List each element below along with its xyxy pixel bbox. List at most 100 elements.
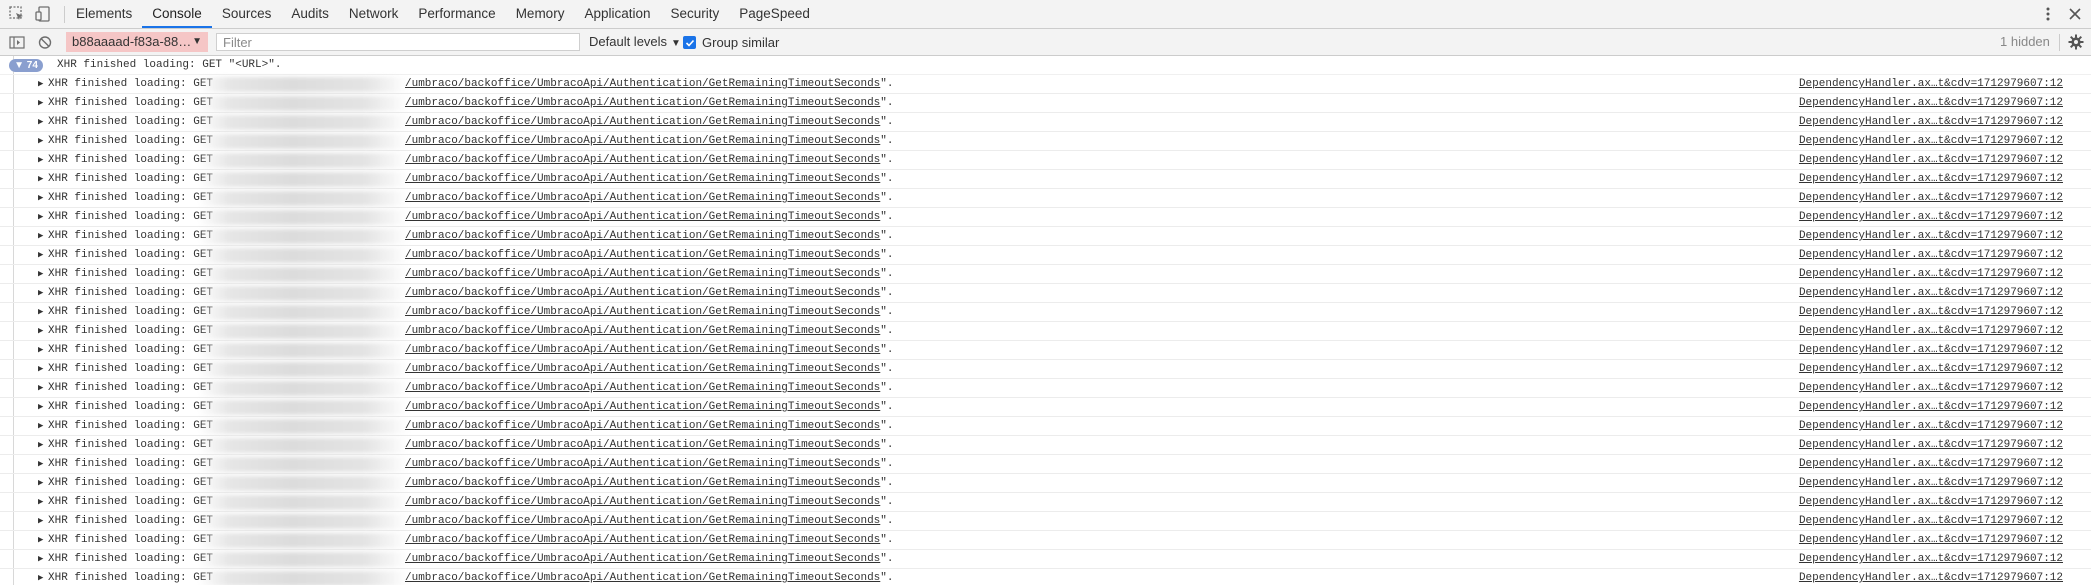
request-url-link[interactable]: /umbraco/backoffice/UmbracoApi/Authentic… bbox=[405, 116, 880, 128]
source-location-link[interactable]: DependencyHandler.ax…t&cdv=1712979607:12 bbox=[1799, 325, 2063, 337]
source-location-link[interactable]: DependencyHandler.ax…t&cdv=1712979607:12 bbox=[1799, 154, 2063, 166]
request-url-link[interactable]: /umbraco/backoffice/UmbracoApi/Authentic… bbox=[405, 154, 880, 166]
request-url-link[interactable]: /umbraco/backoffice/UmbracoApi/Authentic… bbox=[405, 534, 880, 546]
expand-triangle-icon[interactable]: ▶ bbox=[38, 383, 43, 393]
source-location-link[interactable]: DependencyHandler.ax…t&cdv=1712979607:12 bbox=[1799, 306, 2063, 318]
request-url-link[interactable]: /umbraco/backoffice/UmbracoApi/Authentic… bbox=[405, 515, 880, 527]
source-location-link[interactable]: DependencyHandler.ax…t&cdv=1712979607:12 bbox=[1799, 382, 2063, 394]
expand-triangle-icon[interactable]: ▶ bbox=[38, 155, 43, 165]
tab-pagespeed[interactable]: PageSpeed bbox=[729, 0, 820, 28]
console-message-row[interactable]: ▶ XHR finished loading: GET/umbraco/backo… bbox=[0, 322, 2091, 341]
request-url-link[interactable]: /umbraco/backoffice/UmbracoApi/Authentic… bbox=[405, 135, 880, 147]
console-message-row[interactable]: ▶ XHR finished loading: GET/umbraco/backo… bbox=[0, 265, 2091, 284]
expand-triangle-icon[interactable]: ▶ bbox=[38, 193, 43, 203]
expand-triangle-icon[interactable]: ▶ bbox=[38, 554, 43, 564]
source-location-link[interactable]: DependencyHandler.ax…t&cdv=1712979607:12 bbox=[1799, 534, 2063, 546]
expand-triangle-icon[interactable]: ▶ bbox=[38, 307, 43, 317]
more-options-icon[interactable] bbox=[2041, 5, 2055, 23]
source-location-link[interactable]: DependencyHandler.ax…t&cdv=1712979607:12 bbox=[1799, 477, 2063, 489]
source-location-link[interactable]: DependencyHandler.ax…t&cdv=1712979607:12 bbox=[1799, 116, 2063, 128]
group-similar-toggle[interactable]: Group similar bbox=[683, 34, 779, 51]
request-url-link[interactable]: /umbraco/backoffice/UmbracoApi/Authentic… bbox=[405, 401, 880, 413]
expand-triangle-icon[interactable]: ▶ bbox=[38, 497, 43, 507]
inspect-element-icon[interactable] bbox=[8, 5, 26, 23]
console-message-row[interactable]: ▶ XHR finished loading: GET/umbraco/backo… bbox=[0, 436, 2091, 455]
expand-triangle-icon[interactable]: ▶ bbox=[38, 136, 43, 146]
expand-triangle-icon[interactable]: ▶ bbox=[38, 459, 43, 469]
tab-console[interactable]: Console bbox=[142, 0, 212, 28]
request-url-link[interactable]: /umbraco/backoffice/UmbracoApi/Authentic… bbox=[405, 572, 880, 584]
source-location-link[interactable]: DependencyHandler.ax…t&cdv=1712979607:12 bbox=[1799, 268, 2063, 280]
expand-triangle-icon[interactable]: ▶ bbox=[38, 364, 43, 374]
request-url-link[interactable]: /umbraco/backoffice/UmbracoApi/Authentic… bbox=[405, 363, 880, 375]
expand-triangle-icon[interactable]: ▶ bbox=[38, 79, 43, 89]
expand-triangle-icon[interactable]: ▶ bbox=[38, 440, 43, 450]
request-url-link[interactable]: /umbraco/backoffice/UmbracoApi/Authentic… bbox=[405, 325, 880, 337]
expand-triangle-icon[interactable]: ▶ bbox=[38, 573, 43, 583]
source-location-link[interactable]: DependencyHandler.ax…t&cdv=1712979607:12 bbox=[1799, 439, 2063, 451]
source-location-link[interactable]: DependencyHandler.ax…t&cdv=1712979607:12 bbox=[1799, 363, 2063, 375]
source-location-link[interactable]: DependencyHandler.ax…t&cdv=1712979607:12 bbox=[1799, 211, 2063, 223]
request-url-link[interactable]: /umbraco/backoffice/UmbracoApi/Authentic… bbox=[405, 78, 880, 90]
request-url-link[interactable]: /umbraco/backoffice/UmbracoApi/Authentic… bbox=[405, 439, 880, 451]
console-message-row[interactable]: ▶ XHR finished loading: GET/umbraco/backo… bbox=[0, 398, 2091, 417]
expand-triangle-icon[interactable]: ▶ bbox=[38, 478, 43, 488]
console-message-row[interactable]: ▶ XHR finished loading: GET/umbraco/backo… bbox=[0, 94, 2091, 113]
console-message-row[interactable]: ▶ XHR finished loading: GET/umbraco/backo… bbox=[0, 512, 2091, 531]
console-message-row[interactable]: ▶ XHR finished loading: GET/umbraco/backo… bbox=[0, 170, 2091, 189]
filter-input[interactable] bbox=[216, 33, 580, 51]
expand-triangle-icon[interactable]: ▶ bbox=[38, 421, 43, 431]
tab-performance[interactable]: Performance bbox=[408, 0, 505, 28]
source-location-link[interactable]: DependencyHandler.ax…t&cdv=1712979607:12 bbox=[1799, 401, 2063, 413]
source-location-link[interactable]: DependencyHandler.ax…t&cdv=1712979607:12 bbox=[1799, 458, 2063, 470]
console-message-row[interactable]: ▶ XHR finished loading: GET/umbraco/backo… bbox=[0, 531, 2091, 550]
console-message-row[interactable]: ▶ XHR finished loading: GET/umbraco/backo… bbox=[0, 474, 2091, 493]
request-url-link[interactable]: /umbraco/backoffice/UmbracoApi/Authentic… bbox=[405, 306, 880, 318]
tab-application[interactable]: Application bbox=[574, 0, 660, 28]
close-icon[interactable] bbox=[2066, 5, 2084, 23]
expand-triangle-icon[interactable]: ▶ bbox=[38, 535, 43, 545]
source-location-link[interactable]: DependencyHandler.ax…t&cdv=1712979607:12 bbox=[1799, 344, 2063, 356]
expand-triangle-icon[interactable]: ▶ bbox=[38, 212, 43, 222]
clear-console-icon[interactable] bbox=[36, 34, 54, 51]
source-location-link[interactable]: DependencyHandler.ax…t&cdv=1712979607:12 bbox=[1799, 572, 2063, 584]
request-url-link[interactable]: /umbraco/backoffice/UmbracoApi/Authentic… bbox=[405, 230, 880, 242]
expand-triangle-icon[interactable]: ▶ bbox=[38, 288, 43, 298]
source-location-link[interactable]: DependencyHandler.ax…t&cdv=1712979607:12 bbox=[1799, 135, 2063, 147]
source-location-link[interactable]: DependencyHandler.ax…t&cdv=1712979607:12 bbox=[1799, 249, 2063, 261]
expand-triangle-icon[interactable]: ▶ bbox=[38, 345, 43, 355]
message-group-header[interactable]: ▼ 74 XHR finished loading: GET "<URL>". bbox=[0, 56, 2091, 75]
console-message-row[interactable]: ▶ XHR finished loading: GET/umbraco/backo… bbox=[0, 569, 2091, 585]
request-url-link[interactable]: /umbraco/backoffice/UmbracoApi/Authentic… bbox=[405, 496, 880, 508]
tab-security[interactable]: Security bbox=[661, 0, 730, 28]
console-message-row[interactable]: ▶ XHR finished loading: GET/umbraco/backo… bbox=[0, 75, 2091, 94]
tab-elements[interactable]: Elements bbox=[66, 0, 142, 28]
source-location-link[interactable]: DependencyHandler.ax…t&cdv=1712979607:12 bbox=[1799, 420, 2063, 432]
source-location-link[interactable]: DependencyHandler.ax…t&cdv=1712979607:12 bbox=[1799, 78, 2063, 90]
gear-icon[interactable] bbox=[2067, 33, 2085, 51]
source-location-link[interactable]: DependencyHandler.ax…t&cdv=1712979607:12 bbox=[1799, 230, 2063, 242]
request-url-link[interactable]: /umbraco/backoffice/UmbracoApi/Authentic… bbox=[405, 97, 880, 109]
console-message-row[interactable]: ▶ XHR finished loading: GET/umbraco/backo… bbox=[0, 493, 2091, 512]
expand-triangle-icon[interactable]: ▶ bbox=[38, 98, 43, 108]
request-url-link[interactable]: /umbraco/backoffice/UmbracoApi/Authentic… bbox=[405, 553, 880, 565]
request-url-link[interactable]: /umbraco/backoffice/UmbracoApi/Authentic… bbox=[405, 192, 880, 204]
tab-sources[interactable]: Sources bbox=[212, 0, 282, 28]
source-location-link[interactable]: DependencyHandler.ax…t&cdv=1712979607:12 bbox=[1799, 496, 2063, 508]
request-url-link[interactable]: /umbraco/backoffice/UmbracoApi/Authentic… bbox=[405, 344, 880, 356]
group-similar-checkbox[interactable] bbox=[683, 36, 696, 49]
source-location-link[interactable]: DependencyHandler.ax…t&cdv=1712979607:12 bbox=[1799, 173, 2063, 185]
console-message-row[interactable]: ▶ XHR finished loading: GET/umbraco/backo… bbox=[0, 208, 2091, 227]
show-sidebar-icon[interactable] bbox=[8, 34, 26, 51]
console-message-row[interactable]: ▶ XHR finished loading: GET/umbraco/backo… bbox=[0, 246, 2091, 265]
console-message-row[interactable]: ▶ XHR finished loading: GET/umbraco/backo… bbox=[0, 455, 2091, 474]
execution-context-select[interactable]: b88aaaad-f83a-88… ▼ bbox=[66, 32, 208, 52]
console-message-row[interactable]: ▶ XHR finished loading: GET/umbraco/backo… bbox=[0, 227, 2091, 246]
console-message-row[interactable]: ▶ XHR finished loading: GET/umbraco/backo… bbox=[0, 550, 2091, 569]
source-location-link[interactable]: DependencyHandler.ax…t&cdv=1712979607:12 bbox=[1799, 553, 2063, 565]
expand-triangle-icon[interactable]: ▶ bbox=[38, 402, 43, 412]
console-message-row[interactable]: ▶ XHR finished loading: GET/umbraco/backo… bbox=[0, 379, 2091, 398]
expand-triangle-icon[interactable]: ▶ bbox=[38, 269, 43, 279]
console-message-row[interactable]: ▶ XHR finished loading: GET/umbraco/backo… bbox=[0, 113, 2091, 132]
request-url-link[interactable]: /umbraco/backoffice/UmbracoApi/Authentic… bbox=[405, 268, 880, 280]
